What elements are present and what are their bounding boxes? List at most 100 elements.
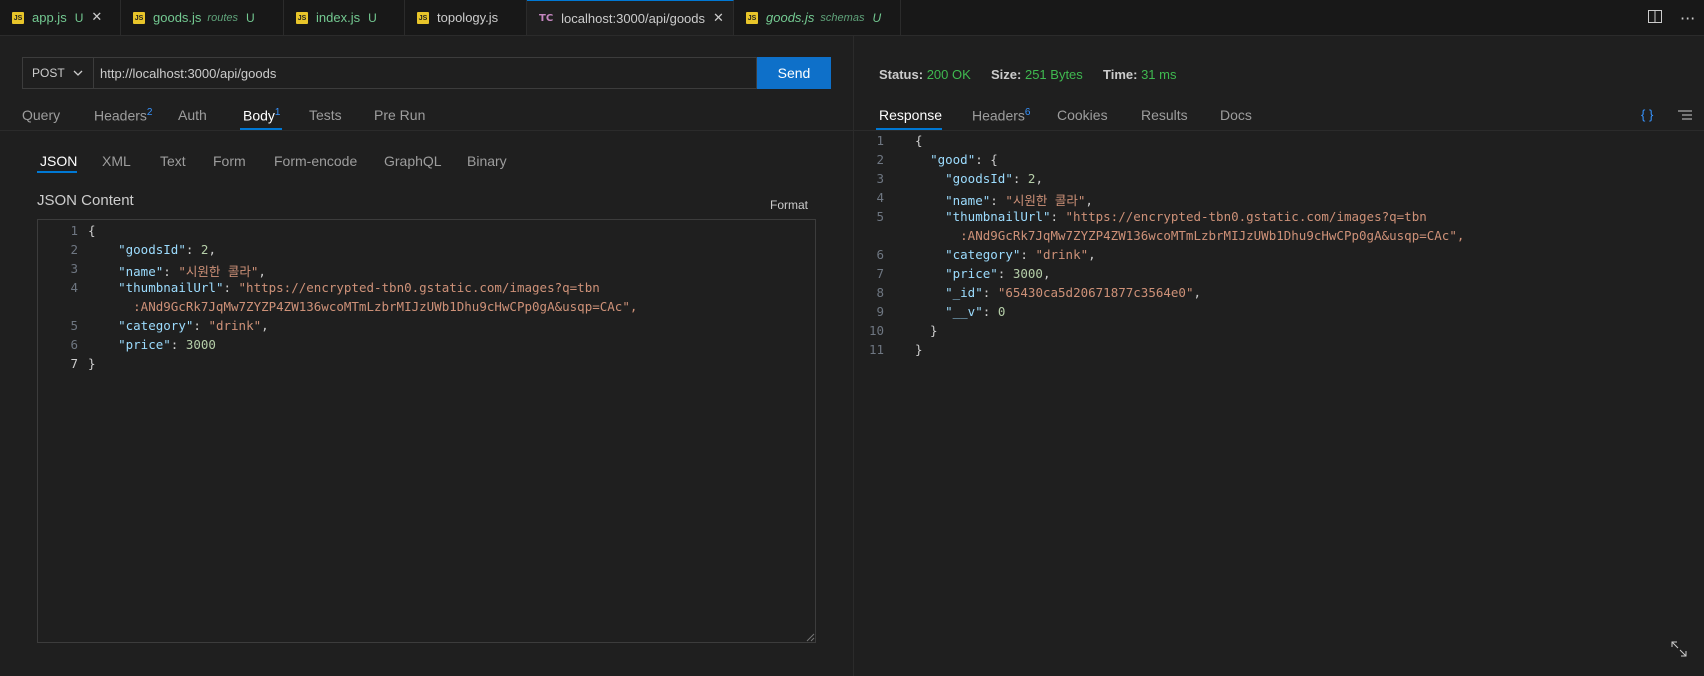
method-select[interactable]: POST — [22, 57, 94, 89]
request-tab-query[interactable]: Query — [22, 107, 60, 123]
body-tab-graphql[interactable]: GraphQL — [384, 153, 442, 169]
body-tab-form-encode[interactable]: Form-encode — [274, 153, 357, 169]
code-line: "goodsId": 2, — [945, 171, 1043, 186]
chevron-down-icon — [73, 70, 83, 76]
line-number: 4 — [876, 190, 884, 205]
resize-grip-icon[interactable] — [805, 632, 815, 642]
editor-tab-4[interactable]: TC localhost:3000/api/goods ✕ — [527, 0, 734, 35]
line-number: 1 — [70, 223, 78, 238]
line-number: 6 — [876, 247, 884, 262]
editor-tab-2[interactable]: JS index.js U — [284, 0, 405, 35]
tab-label: topology.js — [437, 10, 499, 25]
split-editor-icon[interactable] — [1648, 10, 1662, 23]
tab-label: Body — [243, 107, 275, 124]
request-tab-auth[interactable]: Auth — [178, 107, 207, 123]
line-number: 1 — [876, 133, 884, 148]
request-tab-headers[interactable]: Headers2 — [94, 107, 152, 124]
untracked-badge: U — [872, 10, 882, 25]
code-line: "name": "시원한 콜라", — [945, 193, 1093, 208]
untracked-badge: U — [246, 10, 255, 25]
tab-label: Headers — [94, 107, 147, 124]
more-actions-icon[interactable]: ··· — [1680, 9, 1695, 28]
tab-description: routes — [207, 11, 238, 24]
tab-label: Cookies — [1057, 107, 1108, 123]
tab-label: app.js — [32, 10, 67, 25]
wrap-lines-icon[interactable] — [1678, 109, 1692, 121]
js-icon: JS — [296, 11, 308, 24]
status-readout: Status: 200 OK — [879, 67, 971, 82]
tab-label: Pre Run — [374, 107, 426, 123]
line-number: 2 — [876, 152, 884, 167]
code-line: "goodsId": 2, — [118, 242, 216, 257]
response-tab-results[interactable]: Results — [1141, 107, 1188, 123]
request-tabs-divider — [0, 130, 853, 131]
editor-tab-0[interactable]: JS app.js U ✕ — [0, 0, 121, 35]
body-tab-xml[interactable]: XML — [102, 153, 131, 169]
js-icon: JS — [12, 11, 24, 24]
tab-label: index.js — [316, 10, 361, 25]
tab-label: goods.js — [766, 10, 815, 25]
active-tab-underline — [876, 128, 942, 130]
code-line: "price": 3000 — [118, 337, 216, 352]
code-line: "price": 3000, — [945, 266, 1051, 281]
line-number: 4 — [70, 280, 78, 295]
code-line: { — [88, 223, 96, 238]
code-line: { — [915, 133, 923, 148]
line-number: 8 — [876, 285, 884, 300]
url-value: http://localhost:3000/api/goods — [100, 65, 277, 81]
line-number: 3 — [70, 261, 78, 276]
braces-button[interactable]: { } — [1641, 107, 1653, 122]
code-line: "thumbnailUrl": "https://encrypted-tbn0.… — [118, 280, 600, 295]
body-tab-form[interactable]: Form — [213, 153, 246, 169]
line-number: 9 — [876, 304, 884, 319]
body-tab-binary[interactable]: Binary — [467, 153, 507, 169]
tab-label: Docs — [1220, 107, 1252, 123]
tab-count: 2 — [146, 107, 153, 118]
close-icon[interactable]: ✕ — [713, 11, 724, 26]
tab-label: goods.js — [153, 10, 202, 25]
line-number: 5 — [876, 209, 884, 224]
code-line: "thumbnailUrl": "https://encrypted-tbn0.… — [945, 209, 1427, 224]
active-tab-underline — [240, 128, 282, 130]
js-icon: JS — [417, 11, 429, 24]
code-line: "good": { — [930, 152, 998, 167]
request-tab-body[interactable]: Body1 — [243, 107, 280, 124]
code-line: :ANd9GcRk7JqMw7ZYZP4ZW136wcoMTmLzbrMIJzU… — [88, 299, 638, 314]
tab-label: Headers — [972, 107, 1025, 124]
code-line: } — [915, 323, 938, 338]
code-line: } — [915, 342, 923, 357]
size-value: 251 Bytes — [1024, 67, 1083, 82]
url-input[interactable]: http://localhost:3000/api/goods — [94, 57, 757, 89]
close-icon[interactable]: ✕ — [91, 10, 102, 25]
size-readout: Size: 251 Bytes — [991, 67, 1083, 82]
editor-tab-3[interactable]: JS topology.js — [405, 0, 527, 35]
tab-label: Response — [879, 107, 943, 123]
request-tab-tests[interactable]: Tests — [309, 107, 342, 123]
code-line: } — [88, 356, 96, 371]
js-icon: JS — [133, 11, 145, 24]
code-line: "__v": 0 — [945, 304, 1006, 319]
tab-count: 6 — [1024, 107, 1031, 118]
send-button[interactable]: Send — [757, 57, 831, 89]
response-tabs-divider — [854, 130, 1704, 131]
response-tab-response[interactable]: Response — [879, 107, 942, 123]
editor-tab-5[interactable]: JS goods.js schemas U — [734, 0, 901, 35]
tab-label: Query — [22, 107, 61, 123]
tab-label: Auth — [178, 107, 207, 123]
response-tab-headers[interactable]: Headers6 — [972, 107, 1030, 124]
line-number: 11 — [868, 342, 884, 357]
editor-tab-1[interactable]: JS goods.js routes U — [121, 0, 284, 35]
tab-label: Results — [1141, 107, 1188, 123]
method-value: POST — [32, 66, 65, 80]
line-number: 7 — [70, 356, 78, 371]
time-readout: Time: 31 ms — [1103, 67, 1177, 82]
response-tab-cookies[interactable]: Cookies — [1057, 107, 1108, 123]
body-tab-text[interactable]: Text — [160, 153, 186, 169]
json-body-editor[interactable]: 1 {2 "goodsId": 2, 3 "name": "시원한 콜라", 4 "t… — [37, 219, 816, 643]
request-tab-pre-run[interactable]: Pre Run — [374, 107, 425, 123]
response-tab-docs[interactable]: Docs — [1220, 107, 1252, 123]
body-tab-json[interactable]: JSON — [40, 153, 77, 169]
format-button[interactable]: Format — [770, 198, 808, 212]
expand-icon[interactable] — [1670, 640, 1688, 658]
code-line: "name": "시원한 콜라", — [118, 264, 266, 279]
